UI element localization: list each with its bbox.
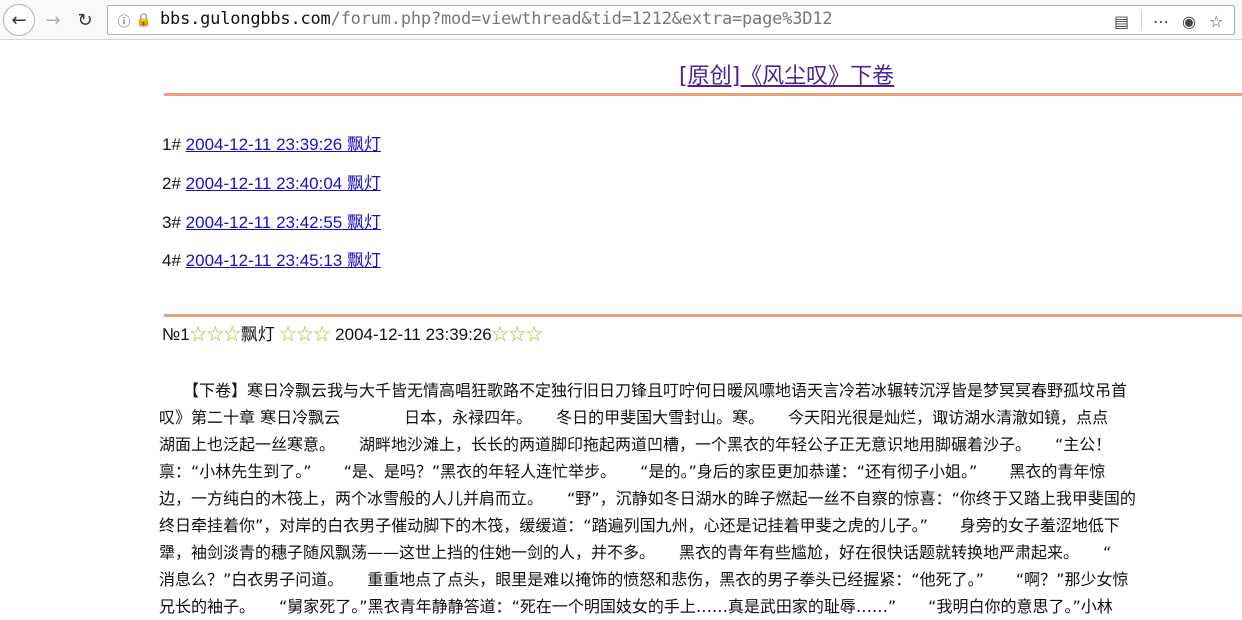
- post-author: 飘灯: [240, 325, 275, 344]
- post-index-item: 2# 2004-12-11 23:40:04 飘灯: [162, 169, 381, 194]
- post-body-line: 终日牵挂着你”，对岸的白衣男子催动脚下的木筏，缓缓道：“踏遍列国九州，心还是记挂…: [159, 516, 1120, 535]
- bookmark-star-icon[interactable]: ☆: [1209, 12, 1223, 31]
- post-time: 2004-12-11 23:39:26: [335, 325, 492, 344]
- url-host: bbs.gulongbbs.com: [160, 9, 331, 29]
- title-divider: [164, 93, 1242, 96]
- url-path: /forum.php?mod=viewthread&tid=1212&extra…: [330, 9, 833, 29]
- back-arrow-icon: ←: [11, 9, 27, 31]
- post-number: №1: [162, 325, 190, 344]
- back-button[interactable]: ←: [3, 4, 35, 36]
- post-body-line: 消息么？”白衣男子问道。 重重地点了点头，眼里是难以掩饰的愤怒和悲伤，黑衣的男子…: [159, 570, 1129, 589]
- post-body-line: 边，一方纯白的木筏上，两个冰雪般的人儿并肩而立。 “野”，沉静如冬日湖水的眸子燃…: [159, 489, 1136, 508]
- post-index-item: 3# 2004-12-11 23:42:55 飘灯: [162, 208, 381, 233]
- stars-decoration: ☆☆☆: [279, 325, 331, 344]
- forward-arrow-icon: →: [45, 9, 61, 31]
- post-index-link[interactable]: 2004-12-11 23:42:55 飘灯: [186, 213, 381, 232]
- post-body-line: 兄长的袖子。 “舅家死了。”黑衣青年静静答道：“死在一个明国妓女的手上……真是武…: [159, 597, 1113, 616]
- stars-decoration: ☆☆☆: [491, 325, 543, 344]
- stars-decoration: ☆☆☆: [189, 325, 241, 344]
- post-index-item: 4# 2004-12-11 23:45:13 飘灯: [162, 246, 381, 271]
- more-actions-icon[interactable]: ⋯: [1153, 12, 1169, 31]
- reader-view-icon[interactable]: ▤: [1114, 12, 1129, 31]
- post-body-line: 禀：“小林先生到了。” “是、是吗？”黑衣的年轻人连忙举步。 “是的。”身后的家…: [159, 462, 1106, 481]
- post-index-link[interactable]: 2004-12-11 23:40:04 飘灯: [186, 174, 381, 193]
- post-index-number: 2#: [162, 174, 181, 193]
- url-bar[interactable]: ⓘ 🔒 bbs.gulongbbs.com/forum.php?mod=view…: [107, 5, 1235, 35]
- thread-title[interactable]: [原创]《风尘叹》下卷: [679, 58, 894, 90]
- post-body: 【下卷】寒日冷飘云我与大千皆无情高唱狂歌路不定独行旧日刀锋且叮咛何日暖风嘌地语天…: [159, 377, 1242, 620]
- post-divider: [164, 314, 1242, 317]
- post-index-number: 4#: [162, 251, 181, 270]
- url-text[interactable]: bbs.gulongbbs.com/forum.php?mod=viewthre…: [160, 9, 833, 29]
- post-index-link[interactable]: 2004-12-11 23:45:13 飘灯: [186, 251, 381, 270]
- post-index-number: 3#: [162, 213, 181, 232]
- post-body-line: 【下卷】寒日冷飘云我与大千皆无情高唱狂歌路不定独行旧日刀锋且叮咛何日暖风嘌地语天…: [159, 381, 1128, 400]
- toolbar-divider: [1141, 11, 1142, 29]
- browser-toolbar: ← → ↻ ⓘ 🔒 bbs.gulongbbs.com/forum.php?mo…: [0, 0, 1242, 40]
- reload-button[interactable]: ↻: [69, 4, 101, 36]
- post-body-line: 叹》第二十章 寒日冷飘云 日本，永禄四年。 冬日的甲斐国大雪封山。寒。 今天阳光…: [159, 408, 1109, 427]
- post-body-line: 犟，袖剑淡青的穗子随风飘荡——这世上挡的住她一剑的人，并不多。 黑衣的青年有些尴…: [159, 543, 1112, 562]
- post-index-item: 1# 2004-12-11 23:39:26 飘灯: [162, 130, 381, 155]
- forward-button[interactable]: →: [37, 4, 69, 36]
- post-index-link[interactable]: 2004-12-11 23:39:26 飘灯: [186, 135, 381, 154]
- pocket-icon[interactable]: ◉: [1182, 12, 1196, 31]
- insecure-lock-icon[interactable]: 🔒: [136, 12, 152, 28]
- reload-icon: ↻: [77, 9, 93, 31]
- post-index-number: 1#: [162, 135, 181, 154]
- post-header: №1☆☆☆飘灯 ☆☆☆ 2004-12-11 23:39:26☆☆☆: [162, 320, 543, 345]
- info-icon[interactable]: ⓘ: [116, 12, 132, 30]
- post-body-line: 湖面上也泛起一丝寒意。 湖畔地沙滩上，长长的两道脚印拖起两道凹槽，一个黑衣的年轻…: [159, 435, 1112, 454]
